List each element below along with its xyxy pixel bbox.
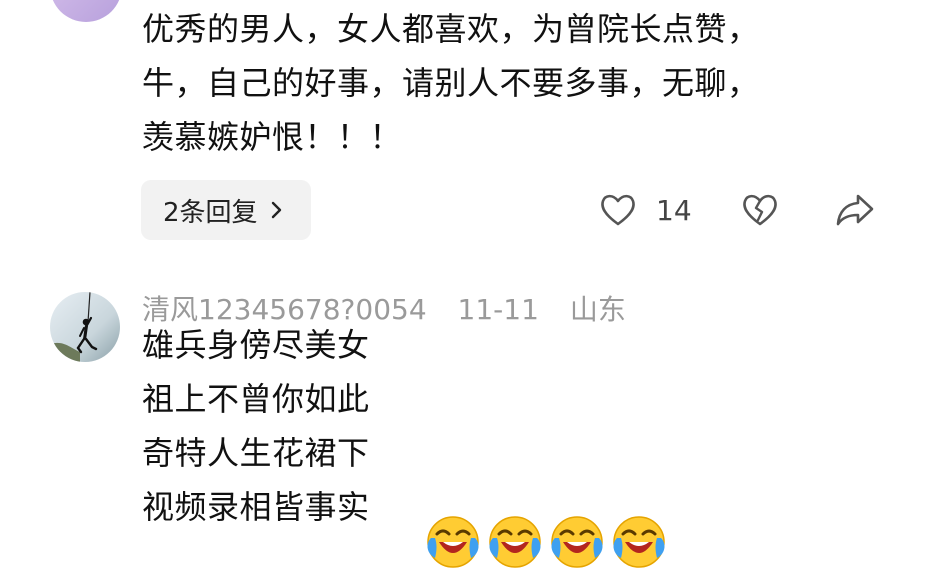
laughing-crying-emoji xyxy=(427,516,479,568)
avatar[interactable] xyxy=(50,0,122,22)
reply-count-label: 2条回复 xyxy=(163,197,258,228)
like-count: 14 xyxy=(656,193,692,227)
share-icon xyxy=(836,194,874,226)
broken-heart-icon xyxy=(743,194,777,226)
laughing-crying-emoji xyxy=(489,516,541,568)
comment-line: 牛，自己的好事，请别人不要多事，无聊， xyxy=(142,64,760,102)
comment-text: 雄兵身傍尽美女 祖上不曾你如此 奇特人生花裙下 视频录相皆事实 xyxy=(142,318,370,534)
share-button[interactable] xyxy=(834,187,876,233)
comment-line: 祖上不曾你如此 xyxy=(142,380,370,418)
comment-line: 视频录相皆事实 xyxy=(142,488,370,526)
chevron-right-icon xyxy=(271,201,281,219)
comment-line: 羡慕嫉妒恨！！！ xyxy=(142,118,403,156)
climber-avatar-image xyxy=(50,292,120,362)
comment-line: 优秀的男人，女人都喜欢，为曾院长点赞， xyxy=(142,10,760,48)
heart-icon xyxy=(601,194,635,226)
laughing-crying-emoji xyxy=(551,516,603,568)
comment-location: 山东 xyxy=(569,293,626,326)
dislike-button[interactable] xyxy=(740,187,780,233)
comment-date: 11-11 xyxy=(457,293,539,326)
avatar[interactable] xyxy=(50,292,120,362)
comment-line: 奇特人生花裙下 xyxy=(142,434,370,472)
like-button[interactable]: 14 xyxy=(598,187,692,233)
laughing-crying-emoji xyxy=(613,516,665,568)
comment-text: 优秀的男人，女人都喜欢，为曾院长点赞， 牛，自己的好事，请别人不要多事，无聊， … xyxy=(142,2,760,164)
view-replies-button[interactable]: 2条回复 xyxy=(141,180,311,240)
emoji-group xyxy=(425,514,673,570)
comment-line: 雄兵身傍尽美女 xyxy=(142,326,370,364)
